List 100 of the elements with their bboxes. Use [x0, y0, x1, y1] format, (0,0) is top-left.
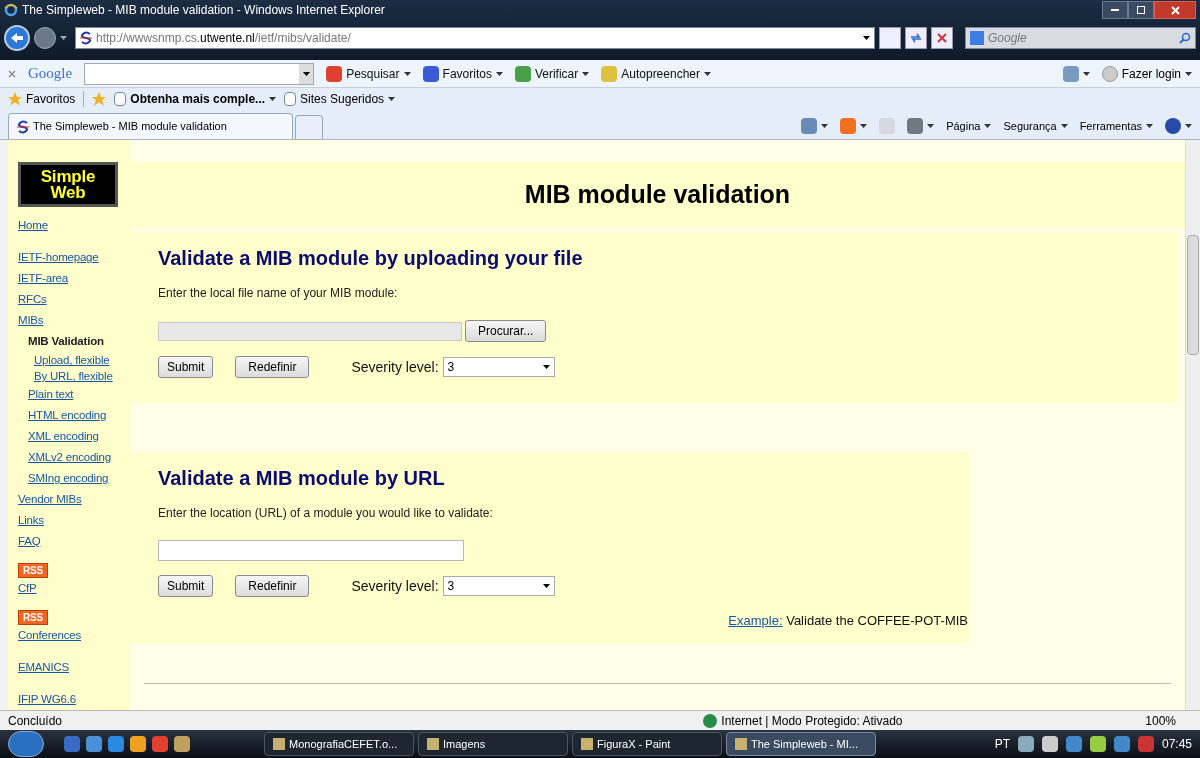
caret-icon [542, 584, 550, 588]
forward-button[interactable] [34, 27, 56, 49]
example-link[interactable]: Example: [728, 613, 783, 628]
stop-button[interactable] [931, 27, 953, 49]
address-bar[interactable]: http://wwwsnmp.cs.utwente.nl/ietf/mibs/validate/ [75, 27, 875, 49]
section-heading: Validate a MIB module by uploading your file [158, 246, 584, 270]
sidebar-link[interactable]: FAQ [18, 535, 41, 547]
site-icon [80, 31, 92, 45]
caret-icon [1185, 71, 1192, 76]
toolbar-item[interactable]: Verificar [534, 64, 579, 83]
sidebar-link[interactable]: Plain text [28, 388, 74, 400]
favorites-link[interactable]: Sites Sugeridos [300, 90, 385, 108]
favorites-link[interactable]: Obtenha mais comple... [130, 90, 266, 108]
file-path-field[interactable] [158, 321, 462, 341]
close-icon[interactable] [8, 69, 16, 78]
taskbar-button[interactable]: The Simpleweb - MI... [726, 732, 876, 756]
sidebar-link[interactable]: Links [18, 514, 44, 526]
toolbar-item[interactable]: Autopreencher [621, 64, 700, 83]
reset-button[interactable]: Redefinir [235, 356, 310, 378]
browser-logo-icon [4, 3, 18, 17]
severity-dropdown[interactable]: 3 [442, 576, 555, 596]
submit-button[interactable]: Submit [158, 356, 214, 378]
sidebar-link[interactable]: IETF-homepage [18, 251, 99, 263]
clock[interactable]: 07:45 [1161, 735, 1192, 753]
command-menu[interactable]: Página [946, 117, 981, 135]
page-heading: MIB module validation [524, 179, 791, 211]
toolbar-item[interactable]: Pesquisar [346, 64, 400, 83]
simpleweb-logo[interactable]: Simple Web [18, 162, 118, 207]
toolbar-search-field[interactable] [84, 62, 315, 85]
start-button[interactable] [8, 731, 44, 757]
severity-dropdown[interactable]: 3 [442, 357, 555, 377]
sidebar-link[interactable]: XML encoding [28, 430, 99, 442]
sidebar-link[interactable]: SMIng encoding [28, 472, 109, 484]
refresh-icon [910, 33, 922, 43]
compatibility-button[interactable] [879, 27, 901, 49]
sidebar-link[interactable]: MIBs [18, 314, 44, 326]
search-icon[interactable] [1179, 32, 1191, 44]
sidebar-link[interactable]: Vendor MIBs [18, 493, 82, 505]
sidebar-link[interactable]: CfP [18, 578, 37, 599]
sidebar-link[interactable]: Home [18, 219, 48, 231]
taskbar-button[interactable]: Imagens [418, 732, 568, 756]
sidebar-link[interactable]: IETF-area [18, 272, 68, 284]
sidebar-current-item: MIB Validation [28, 335, 104, 347]
url-input-field[interactable] [158, 540, 464, 561]
scrollbar[interactable] [1185, 140, 1200, 710]
caret-icon [582, 71, 590, 76]
reset-button[interactable]: Redefinir [235, 575, 310, 597]
caret-icon [1146, 124, 1153, 128]
caret-icon [704, 71, 711, 76]
sidebar-link[interactable]: EMANICS [18, 661, 69, 673]
globe-icon [703, 713, 718, 728]
command-menu[interactable]: Segurança [1003, 117, 1057, 135]
taskbar-button[interactable]: FiguraX - Paint [572, 732, 722, 756]
caret-icon [269, 97, 277, 101]
close-button[interactable] [1154, 1, 1196, 19]
caret-icon [1185, 124, 1192, 128]
minimize-button[interactable] [1102, 1, 1128, 19]
browser-tab[interactable]: The Simpleweb - MIB module validation [8, 113, 293, 139]
submit-button[interactable]: Submit [158, 575, 214, 597]
taskbar-button[interactable]: MonografiaCEFET.o... [264, 732, 414, 756]
sidebar-link[interactable]: XMLv2 encoding [28, 451, 111, 463]
close-icon [1170, 5, 1180, 15]
sidebar-link[interactable]: Conferences [18, 625, 81, 646]
zoom-level[interactable]: 100% [1145, 711, 1176, 730]
back-button[interactable] [4, 25, 30, 51]
login-button[interactable]: Fazer login [1121, 64, 1181, 83]
caret-icon [821, 124, 829, 128]
section-prompt: Enter the location (URL) of a module you would like to validate: [158, 505, 494, 522]
language-indicator[interactable]: PT [994, 735, 1010, 753]
caret-icon [860, 124, 868, 128]
caret-icon [1060, 124, 1068, 128]
refresh-button[interactable] [905, 27, 927, 49]
left-arrow-icon [11, 33, 23, 43]
window-title: The Simpleweb - MIB module validation - Windows Internet Explorer [22, 2, 385, 19]
caret-icon [388, 97, 396, 101]
caret-icon [302, 71, 310, 76]
caret-icon [495, 71, 503, 76]
status-text: Concluído [8, 712, 63, 730]
toolbar-logo: Google [28, 64, 73, 84]
sidebar-link[interactable]: By URL, flexible [34, 370, 113, 382]
caret-icon [927, 124, 935, 128]
section-heading: Validate a MIB module by URL [158, 466, 446, 490]
sidebar-link[interactable]: Upload, flexible [34, 354, 110, 366]
sidebar-link[interactable]: HTML encoding [28, 409, 107, 421]
star-icon [8, 92, 22, 106]
new-tab-button[interactable] [295, 115, 323, 139]
severity-label: Severity level: [351, 357, 439, 377]
toolbar-item[interactable]: Favoritos [442, 64, 492, 83]
favorites-button[interactable]: Favoritos [26, 90, 76, 108]
command-menu[interactable]: Ferramentas [1079, 117, 1142, 135]
example-text: Example: Validate the COFFEE-POT-MIB [728, 612, 968, 630]
maximize-button[interactable] [1128, 1, 1154, 19]
sidebar-link[interactable]: RFCs [18, 293, 47, 305]
browse-button[interactable]: Procurar... [465, 320, 547, 342]
caret-icon [1082, 71, 1090, 76]
site-icon [17, 119, 29, 134]
caret-icon [863, 36, 870, 40]
severity-label: Severity level: [351, 576, 439, 596]
page-icon [114, 92, 127, 106]
sidebar-link[interactable]: IFIP WG6.6 [18, 693, 76, 705]
